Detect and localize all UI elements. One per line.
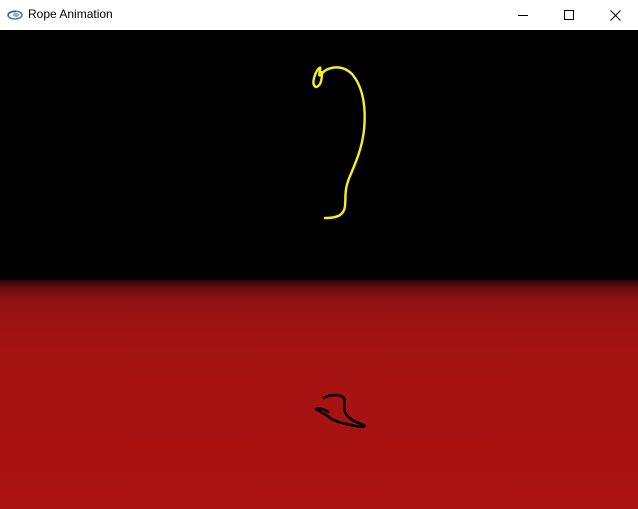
- rope: [312, 66, 366, 220]
- scene-canvas: [312, 66, 366, 428]
- minimize-icon: [518, 10, 528, 20]
- window-title: Rope Animation: [28, 7, 113, 21]
- close-icon: [609, 9, 621, 21]
- close-button[interactable]: [592, 0, 638, 30]
- render-viewport[interactable]: [0, 30, 638, 509]
- title-bar[interactable]: Rope Animation: [0, 0, 638, 30]
- maximize-icon: [564, 10, 574, 20]
- app-window: Rope Animation: [0, 0, 638, 509]
- maximize-button[interactable]: [546, 0, 592, 30]
- minimize-button[interactable]: [500, 0, 546, 30]
- rope-shadow: [314, 393, 366, 428]
- opengl-app-icon: [7, 8, 23, 22]
